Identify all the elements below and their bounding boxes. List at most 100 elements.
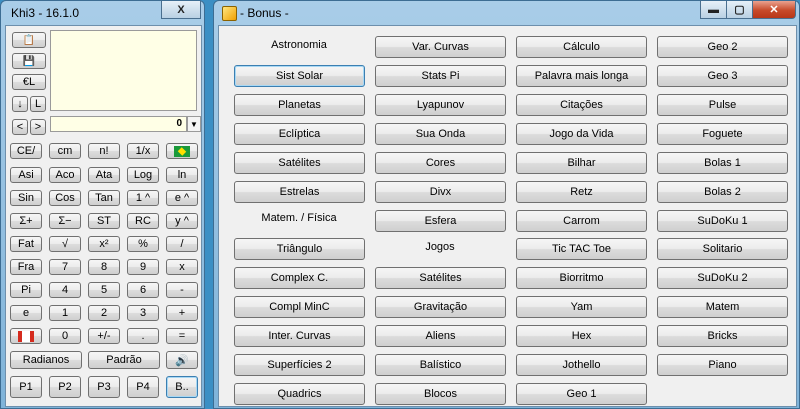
sua-onda-button[interactable]: Sua Onda [375, 123, 506, 145]
key-e-power[interactable]: e ^ [166, 190, 198, 206]
key-multiply[interactable]: x [166, 259, 198, 275]
biorritmo-button[interactable]: Biorritmo [516, 267, 647, 289]
yam-button[interactable]: Yam [516, 296, 647, 318]
key-percent[interactable]: % [127, 236, 159, 252]
geo-3-button[interactable]: Geo 3 [657, 65, 788, 87]
divx-button[interactable]: Divx [375, 181, 506, 203]
citacoes-button[interactable]: Citações [516, 94, 647, 116]
key-sqrt[interactable]: √ [49, 236, 81, 252]
down-button[interactable]: ↓ [12, 96, 28, 112]
tic-tac-toe-button[interactable]: Tic TAC Toe [516, 238, 647, 260]
key-acos[interactable]: Aco [49, 167, 81, 183]
prev-button[interactable]: < [12, 119, 28, 135]
key-5[interactable]: 5 [88, 282, 120, 298]
bonus-button[interactable]: B.. [166, 376, 198, 398]
bolas-2-button[interactable]: Bolas 2 [657, 181, 788, 203]
key-y-power[interactable]: y ^ [166, 213, 198, 229]
bilhar-button[interactable]: Bilhar [516, 152, 647, 174]
copy-button[interactable]: 📋 [12, 32, 46, 48]
key-4[interactable]: 4 [49, 282, 81, 298]
geo-2-button[interactable]: Geo 2 [657, 36, 788, 58]
key-cos[interactable]: Cos [49, 190, 81, 206]
maximize-button[interactable]: ▢ [726, 1, 753, 19]
l-button[interactable]: L [30, 96, 46, 112]
inter-curvas-button[interactable]: Inter. Curvas [234, 325, 365, 347]
bolas-1-button[interactable]: Bolas 1 [657, 152, 788, 174]
hex-button[interactable]: Hex [516, 325, 647, 347]
key-9[interactable]: 9 [127, 259, 159, 275]
program-p4-button[interactable]: P4 [127, 376, 159, 398]
key-e[interactable]: e [10, 305, 42, 321]
program-p2-button[interactable]: P2 [49, 376, 81, 398]
solitario-button[interactable]: Solitario [657, 238, 788, 260]
blocos-button[interactable]: Blocos [375, 383, 506, 405]
jothello-button[interactable]: Jothello [516, 354, 647, 376]
key-ten-power[interactable]: 1 ^ [127, 190, 159, 206]
key-8[interactable]: 8 [88, 259, 120, 275]
key-pi[interactable]: Pi [10, 282, 42, 298]
key-2[interactable]: 2 [88, 305, 120, 321]
key-recall[interactable]: RC [127, 213, 159, 229]
key-equals[interactable]: = [166, 328, 198, 344]
superficies-2-button[interactable]: Superfícies 2 [234, 354, 365, 376]
key-factorial[interactable]: n! [88, 143, 120, 159]
satelites-jogos-button[interactable]: Satélites [375, 267, 506, 289]
key-minus[interactable]: - [166, 282, 198, 298]
satelites-astro-button[interactable]: Satélites [234, 152, 365, 174]
language-button[interactable] [166, 143, 198, 159]
piano-button[interactable]: Piano [657, 354, 788, 376]
radianos-button[interactable]: Radianos [10, 351, 82, 369]
key-reciprocal[interactable]: 1/x [127, 143, 159, 159]
esfera-button[interactable]: Esfera [375, 210, 506, 232]
pulse-button[interactable]: Pulse [657, 94, 788, 116]
currency-button[interactable]: €L [12, 74, 46, 90]
compl-minc-button[interactable]: Compl MinC [234, 296, 365, 318]
key-7[interactable]: 7 [49, 259, 81, 275]
sist-solar-button[interactable]: Sist Solar [234, 65, 365, 87]
retz-button[interactable]: Retz [516, 181, 647, 203]
minimize-button[interactable]: ▬ [700, 1, 727, 19]
key-1[interactable]: 1 [49, 305, 81, 321]
calculator-titlebar[interactable]: Khi3 - 16.1.0 X [1, 1, 204, 25]
sudoku-1-button[interactable]: SuDoKu 1 [657, 210, 788, 232]
key-log[interactable]: Log [127, 167, 159, 183]
key-sigma-plus[interactable]: Σ+ [10, 213, 42, 229]
key-square[interactable]: x² [88, 236, 120, 252]
key-sigma-minus[interactable]: Σ− [49, 213, 81, 229]
balistico-button[interactable]: Balístico [375, 354, 506, 376]
key-3[interactable]: 3 [127, 305, 159, 321]
stats-pi-button[interactable]: Stats Pi [375, 65, 506, 87]
matem-button[interactable]: Matem [657, 296, 788, 318]
complex-c-button[interactable]: Complex C. [234, 267, 365, 289]
var-curvas-button[interactable]: Var. Curvas [375, 36, 506, 58]
key-store[interactable]: ST [88, 213, 120, 229]
foguete-button[interactable]: Foguete [657, 123, 788, 145]
key-divide[interactable]: / [166, 236, 198, 252]
key-sin[interactable]: Sin [10, 190, 42, 206]
palavra-mais-longa-button[interactable]: Palavra mais longa [516, 65, 647, 87]
key-cm[interactable]: cm [49, 143, 81, 159]
aliens-button[interactable]: Aliens [375, 325, 506, 347]
key-plus[interactable]: + [166, 305, 198, 321]
bricks-button[interactable]: Bricks [657, 325, 788, 347]
program-p3-button[interactable]: P3 [88, 376, 120, 398]
calculo-button[interactable]: Cálculo [516, 36, 647, 58]
lyapunov-button[interactable]: Lyapunov [375, 94, 506, 116]
key-ce[interactable]: CE/ [10, 143, 42, 159]
close-button[interactable]: ✕ [752, 1, 796, 19]
sudoku-2-button[interactable]: SuDoKu 2 [657, 267, 788, 289]
planetas-button[interactable]: Planetas [234, 94, 365, 116]
program-p1-button[interactable]: P1 [10, 376, 42, 398]
key-6[interactable]: 6 [127, 282, 159, 298]
key-asin[interactable]: Asi [10, 167, 42, 183]
gravitacao-button[interactable]: Gravitação [375, 296, 506, 318]
key-fat[interactable]: Fat [10, 236, 42, 252]
carrom-button[interactable]: Carrom [516, 210, 647, 232]
quadrics-button[interactable]: Quadrics [234, 383, 365, 405]
key-tan[interactable]: Tan [88, 190, 120, 206]
key-0[interactable]: 0 [49, 328, 81, 344]
cores-button[interactable]: Cores [375, 152, 506, 174]
ecliptica-button[interactable]: Eclíptica [234, 123, 365, 145]
jogo-da-vida-button[interactable]: Jogo da Vida [516, 123, 647, 145]
flag-button[interactable] [10, 328, 42, 344]
